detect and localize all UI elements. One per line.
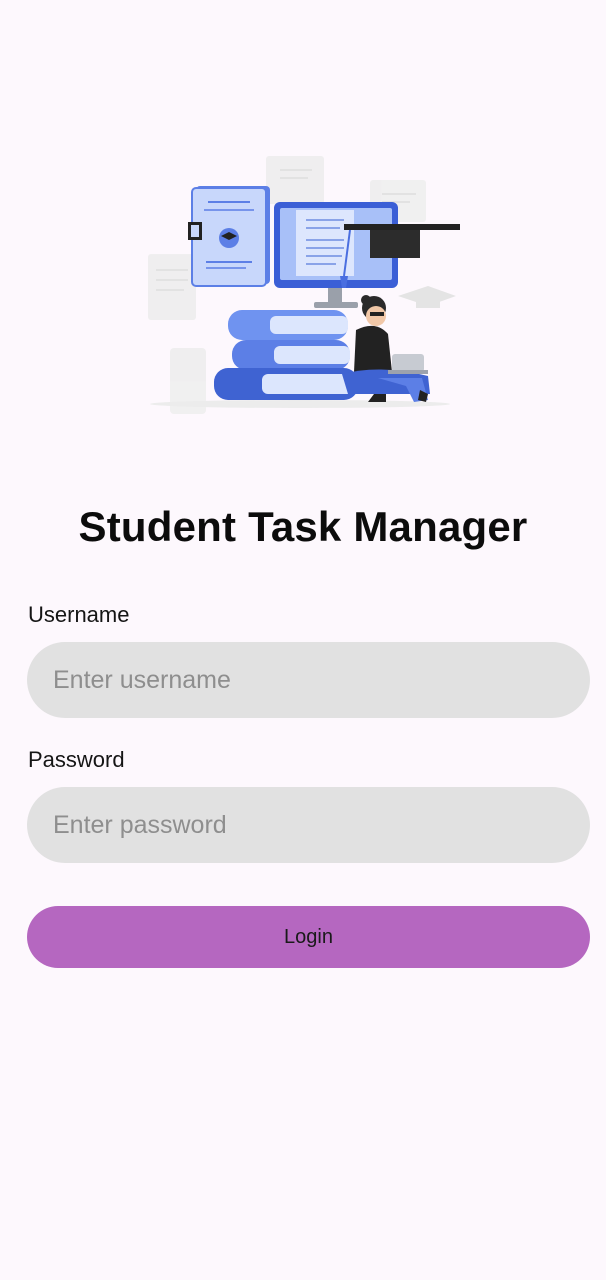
page-title: Student Task Manager [78, 503, 528, 550]
username-label: Username [28, 602, 130, 627]
username-field-container [27, 642, 590, 718]
login-button[interactable]: Login [27, 906, 590, 968]
username-input[interactable] [27, 642, 590, 718]
login-screen: Student Task Manager Username Password L… [0, 0, 606, 1280]
student-studying-illustration [148, 156, 460, 414]
password-label: Password [28, 747, 125, 772]
password-field-container [27, 787, 590, 863]
password-input[interactable] [27, 787, 590, 863]
